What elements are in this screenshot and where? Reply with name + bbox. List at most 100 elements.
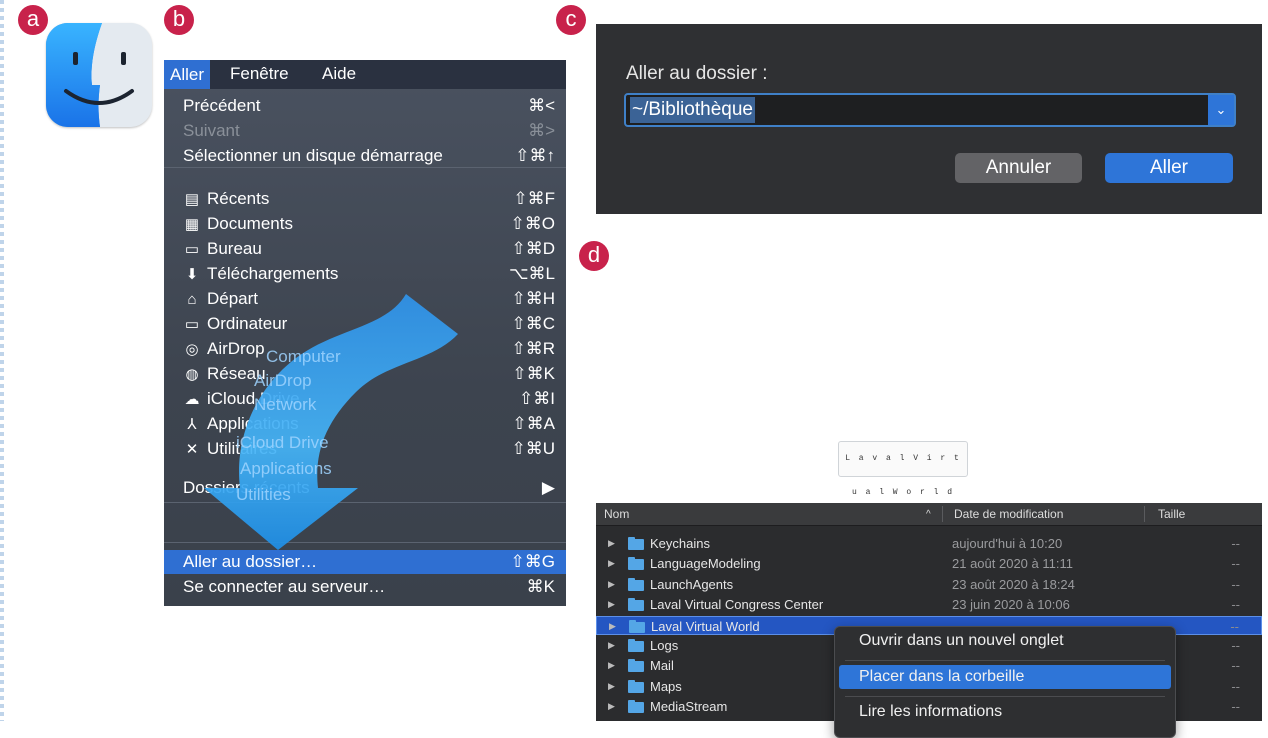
go-button[interactable]: Aller — [1105, 153, 1233, 183]
menu-item[interactable]: Aller au dossier… ⇧⌘G — [164, 550, 566, 574]
chevron-down-icon[interactable]: ⌄ — [1208, 95, 1234, 125]
column-header-name[interactable]: Nom — [604, 507, 629, 521]
menu-item-shortcut: ▶ — [541, 478, 555, 497]
file-size: -- — [1231, 597, 1240, 613]
disclosure-triangle-icon[interactable]: ▶ — [608, 534, 615, 553]
menu-item-shortcut: ⇧⌘I — [519, 389, 555, 408]
menu-item-shortcut: ⌥⌘L — [508, 264, 555, 283]
menu-item[interactable]: ▦ Documents ⇧⌘O — [164, 212, 566, 236]
context-item-label: Placer dans la corbeille — [859, 668, 1025, 685]
menu-item[interactable]: ✕ Utilitaires ⇧⌘U — [164, 437, 566, 461]
menu-item-text: Sélectionner un disque démarrage — [183, 146, 443, 165]
menu-item-text: Précédent — [183, 96, 261, 115]
menu-item[interactable]: ⅄ Applications ⇧⌘A — [164, 412, 566, 436]
menu-separator — [164, 542, 566, 543]
folder-icon — [628, 598, 644, 612]
menu-item[interactable]: ⬇ Téléchargements ⌥⌘L — [164, 262, 566, 286]
menu-item-icon: ✕ — [185, 441, 199, 458]
folder-icon — [628, 577, 644, 591]
menu-item[interactable]: ◎ AirDrop ⇧⌘R — [164, 337, 566, 361]
menubar-aide[interactable]: Aide — [322, 64, 356, 84]
menu-item-icon: ⌂ — [187, 291, 197, 308]
menu-item-text: Ordinateur — [207, 314, 288, 333]
file-name: Keychains — [650, 536, 710, 551]
menu-item-icon: ⅄ — [187, 416, 197, 433]
file-name: Laval Virtual Congress Center — [650, 597, 824, 613]
column-divider[interactable] — [1144, 506, 1145, 522]
list-item[interactable]: ▶ LaunchAgents 23 août 2020 à 18:24 -- — [596, 575, 1262, 594]
menu-item-text: Utilitaires — [207, 439, 277, 458]
menu-item-shortcut: ⇧⌘↑ — [515, 146, 555, 165]
badge-b: b — [164, 5, 194, 35]
folder-icon — [628, 679, 644, 693]
menu-item[interactable]: Sélectionner un disque démarrage ⇧⌘↑ — [164, 144, 566, 168]
menu-item[interactable]: ▤ Récents ⇧⌘F — [164, 187, 566, 211]
context-item-label: Ouvrir dans un nouvel onglet — [859, 632, 1064, 649]
list-item[interactable]: ▶ Keychains aujourd'hui à 10:20 -- — [596, 534, 1262, 553]
menubar-aller[interactable]: Aller — [164, 60, 211, 89]
disclosure-triangle-icon[interactable]: ▶ — [608, 697, 615, 716]
sort-arrow-icon[interactable]: ^ — [926, 509, 931, 520]
list-item[interactable]: ▶ LanguageModeling 21 août 2020 à 11:11 -- — [596, 554, 1262, 573]
menu-item-text: Dossiers récents — [183, 478, 310, 497]
disclosure-triangle-icon[interactable]: ▶ — [608, 677, 615, 696]
menu-item[interactable]: Se connecter au serveur… ⌘K — [164, 575, 566, 599]
file-name: MediaStream — [650, 699, 728, 715]
menu-item-icon: ◎ — [185, 341, 199, 358]
folder-path-field[interactable]: ~/Bibliothèque ⌄ — [624, 93, 1236, 127]
menu-item-label: ⅄ Applications — [183, 412, 298, 437]
file-size: -- — [1231, 576, 1240, 592]
menu-item[interactable]: ▭ Bureau ⇧⌘D — [164, 237, 566, 261]
finder-face-icon — [46, 23, 152, 127]
disclosure-triangle-icon[interactable]: ▶ — [608, 595, 615, 614]
disclosure-triangle-icon[interactable]: ▶ — [608, 636, 615, 655]
disclosure-triangle-icon[interactable]: ▶ — [608, 554, 615, 573]
file-size: -- — [1230, 618, 1239, 634]
file-date: aujourd'hui à 10:20 — [952, 536, 1063, 551]
list-item[interactable]: ▶ Laval Virtual Congress Center 23 juin 20… — [596, 595, 1262, 614]
menu-item-text: Suivant — [183, 121, 240, 140]
cancel-button[interactable]: Annuler — [955, 153, 1082, 183]
file-size: -- — [1231, 678, 1240, 694]
menu-item-text: iCloud Drive — [207, 389, 300, 408]
menu-item-label: Sélectionner un disque démarrage — [183, 144, 443, 168]
menu-item-icon: ▭ — [184, 316, 200, 333]
context-item-move-to-trash[interactable]: Placer dans la corbeille — [839, 665, 1171, 689]
menu-item-text: Récents — [207, 189, 270, 208]
laval-virtual-world-logo: L a v a l V i r t u a l W o r l d — [838, 441, 968, 497]
folder-icon — [628, 537, 644, 550]
disclosure-triangle-icon[interactable]: ▶ — [608, 575, 615, 594]
menu-item[interactable]: ◍ Réseau ⇧⌘K — [164, 362, 566, 386]
menu-item-label: Suivant — [183, 119, 240, 143]
context-separator — [845, 660, 1165, 661]
menu-item[interactable]: Précédent ⌘< — [164, 94, 566, 118]
menu-item-icon: ▤ — [184, 191, 200, 208]
menu-item-label: ✕ Utilitaires — [183, 437, 277, 462]
menu-item-label: ◎ AirDrop — [183, 337, 264, 362]
menu-item-label: Aller au dossier… — [183, 550, 317, 574]
folder-path-value[interactable]: ~/Bibliothèque — [630, 97, 755, 123]
menu-item[interactable]: Dossiers récents ▶ — [164, 476, 566, 500]
menu-item[interactable]: ⌂ Départ ⇧⌘H — [164, 287, 566, 311]
file-date: 21 août 2020 à 11:11 — [952, 556, 1073, 572]
column-header-size[interactable]: Taille — [1158, 507, 1185, 521]
menu-item-label: Dossiers récents — [183, 476, 310, 500]
menu-item-text: Aller au dossier… — [183, 552, 318, 571]
menu-item-text: Documents — [207, 214, 293, 233]
file-name: LaunchAgents — [650, 576, 734, 592]
menu-item-icon: ⬇ — [185, 266, 199, 283]
context-item-open-new-tab[interactable]: Ouvrir dans un nouvel onglet — [839, 629, 1171, 653]
column-header-date[interactable]: Date de modification — [954, 507, 1063, 521]
badge-d: d — [579, 241, 609, 271]
context-item-get-info[interactable]: Lire les informations — [839, 700, 1171, 724]
menubar-fenetre[interactable]: Fenêtre — [230, 64, 289, 84]
menu-item[interactable]: ▭ Ordinateur ⇧⌘C — [164, 312, 566, 336]
disclosure-triangle-icon[interactable]: ▶ — [609, 617, 616, 636]
column-divider[interactable] — [942, 506, 943, 522]
menu-item-label: ⬇ Téléchargements — [183, 262, 339, 287]
badge-a: a — [18, 5, 48, 35]
menu-item[interactable]: ☁ iCloud Drive ⇧⌘I — [164, 387, 566, 411]
list-header: Nom ^ Date de modification Taille — [596, 503, 1262, 526]
disclosure-triangle-icon[interactable]: ▶ — [608, 656, 615, 675]
menu-item-label: ▭ Ordinateur — [183, 312, 287, 337]
